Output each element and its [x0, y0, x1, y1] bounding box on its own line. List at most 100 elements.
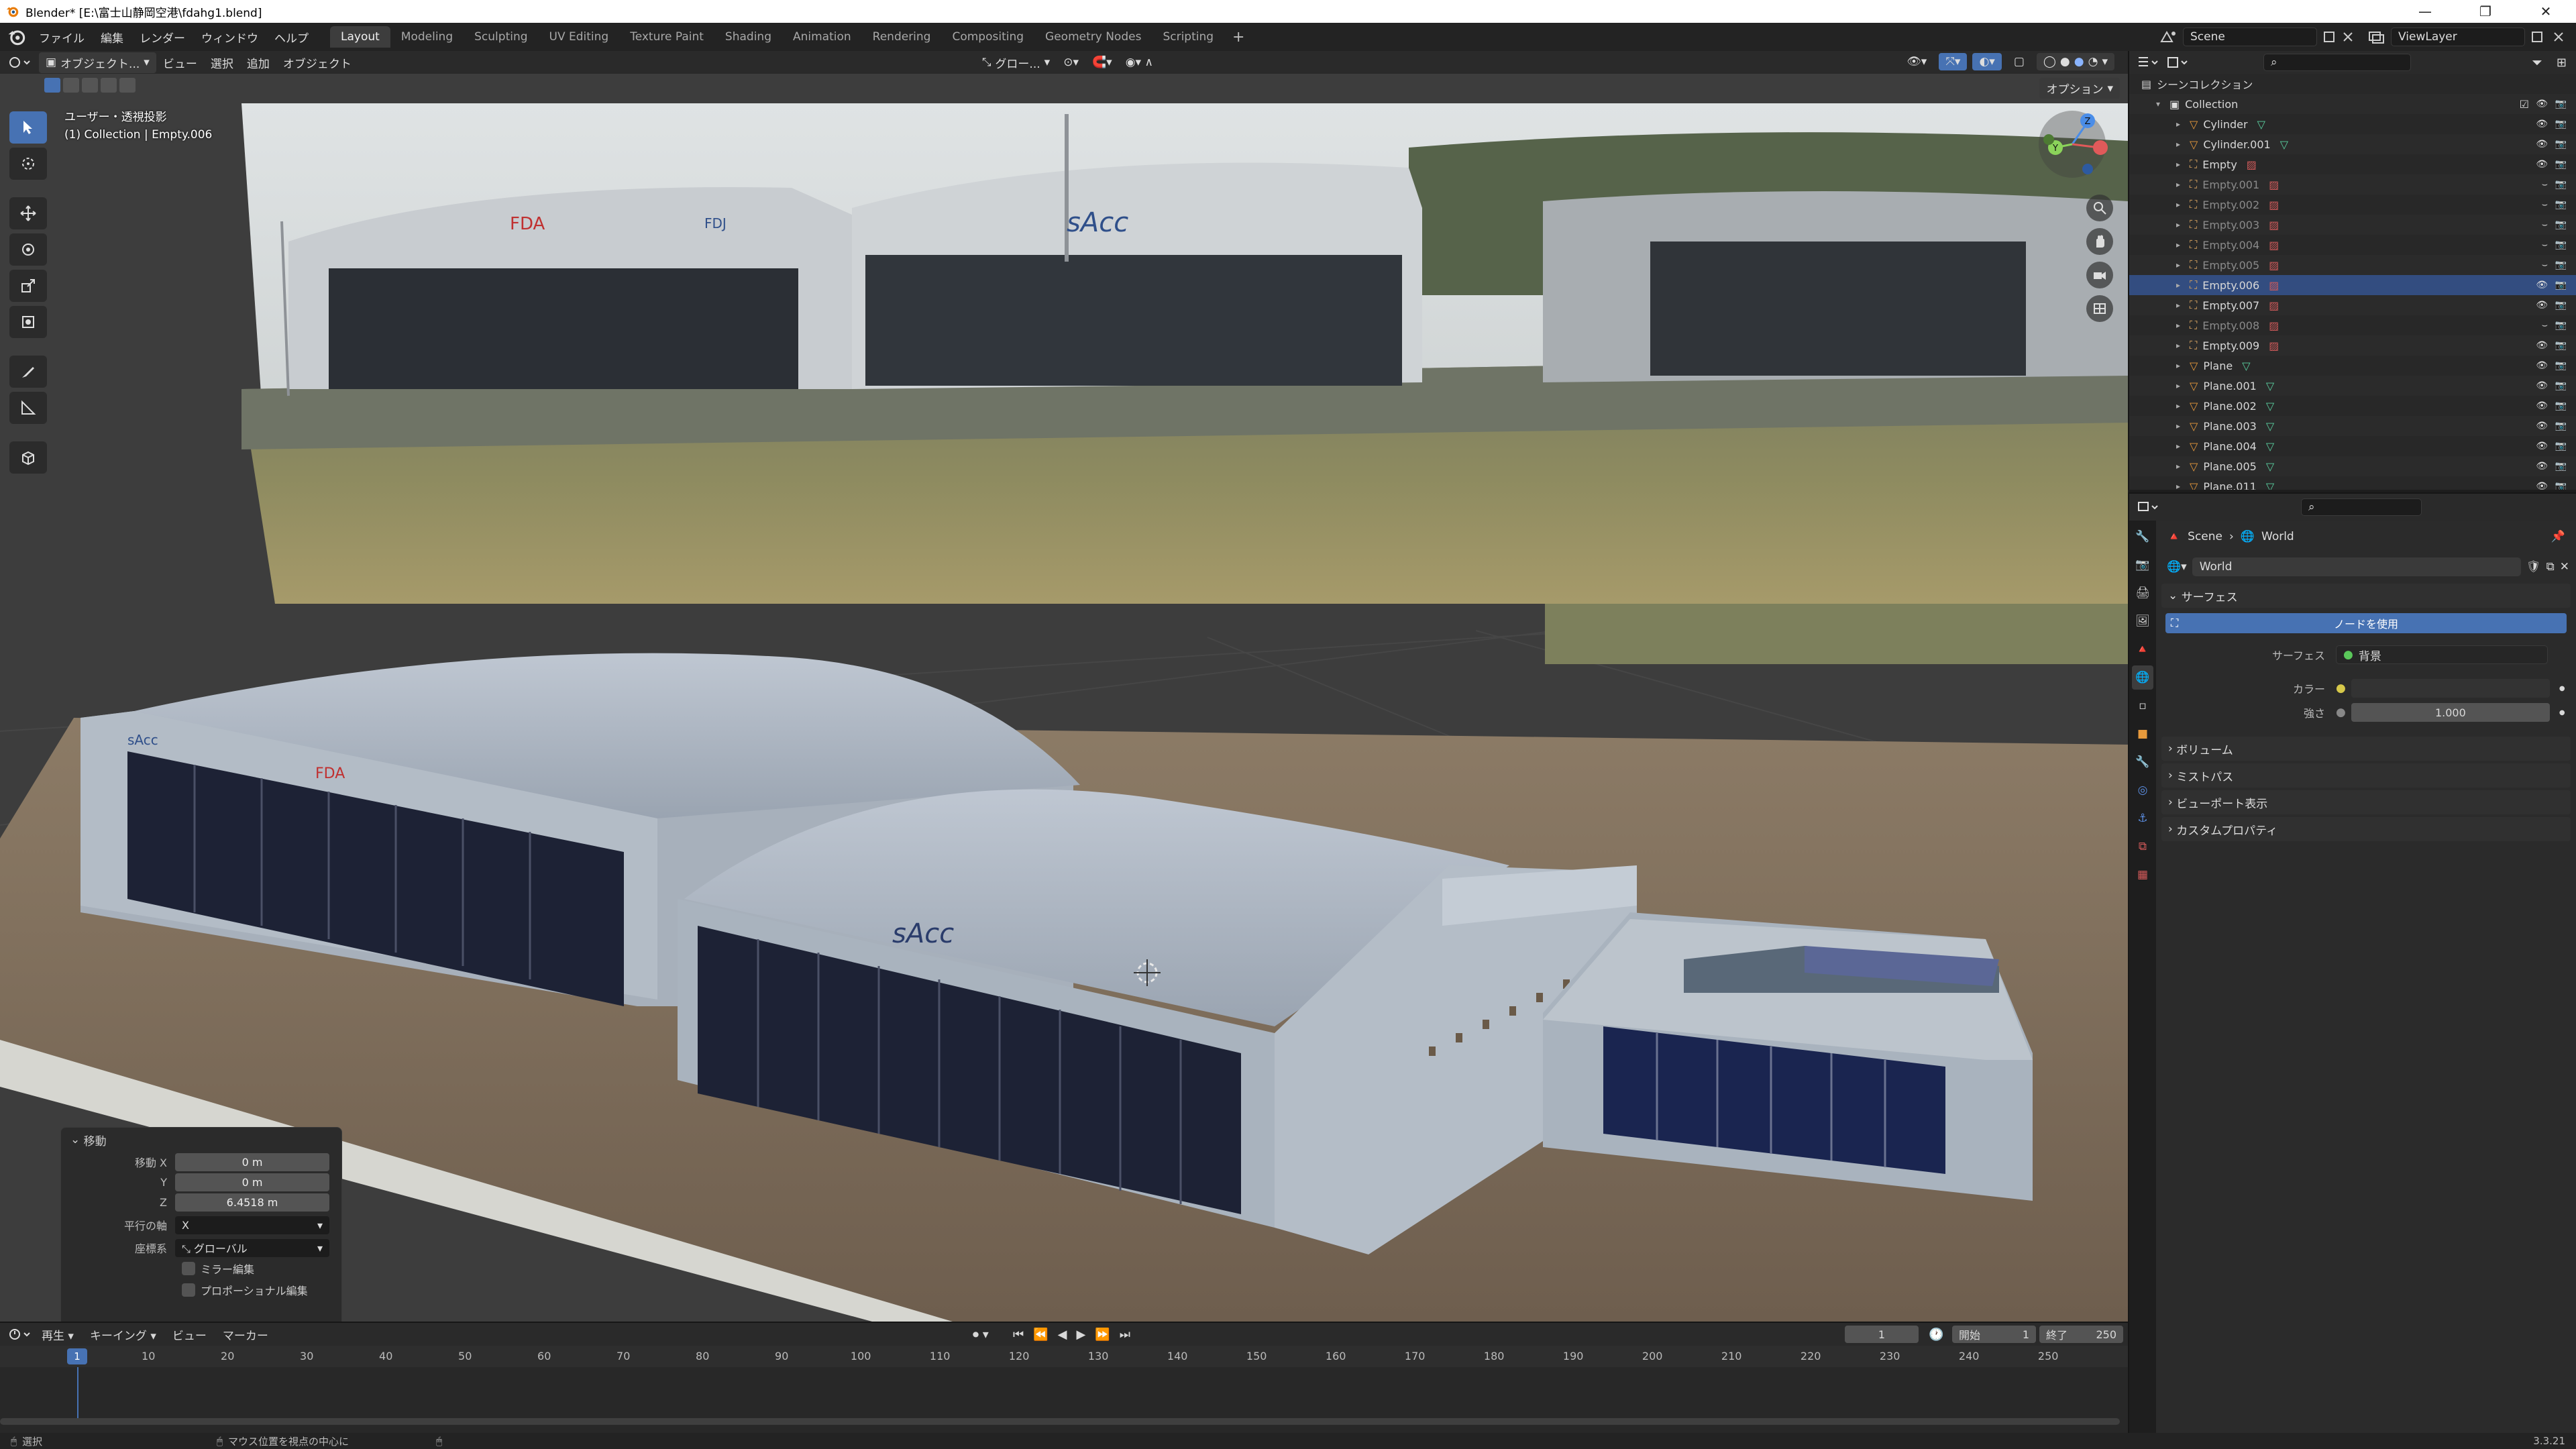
expand-arrow-icon[interactable]: ▸	[2176, 180, 2186, 189]
eye-icon[interactable]: 👁	[2536, 421, 2548, 431]
delete-scene-icon[interactable]	[2340, 29, 2356, 45]
tab-compositing[interactable]: Compositing	[941, 26, 1034, 48]
camera-icon[interactable]: 📷	[2555, 400, 2567, 411]
collection-tab-icon[interactable]: ▫	[2132, 694, 2153, 718]
tab-geometry-nodes[interactable]: Geometry Nodes	[1034, 26, 1152, 48]
tab-modeling[interactable]: Modeling	[390, 26, 464, 48]
keyframe-dot-icon[interactable]: ●	[2559, 709, 2565, 716]
current-frame-field[interactable]: 1	[1845, 1326, 1919, 1343]
expand-arrow-icon[interactable]: ▸	[2176, 441, 2186, 451]
playback-menu[interactable]: 再生 ▾	[34, 1326, 82, 1343]
overlay-toggle-icon[interactable]: ◐▾	[1972, 53, 2002, 70]
viewport-menu-add[interactable]: 追加	[240, 54, 276, 71]
outliner-item[interactable]: ▸ ▽ Cylinder ▽ 👁 📷	[2129, 114, 2576, 134]
eye-icon[interactable]: 👁	[2536, 360, 2548, 371]
solid-shading-icon[interactable]: ●	[2060, 55, 2070, 68]
image-data-icon[interactable]: ▨	[2269, 279, 2279, 292]
strength-field[interactable]: 1.000	[2351, 703, 2550, 722]
eye-closed-icon[interactable]: ⌣	[2542, 320, 2548, 331]
constraint-tab-icon[interactable]: ⚓	[2132, 806, 2153, 830]
outliner-item[interactable]: ▸ ▽ Plane.003 ▽ 👁 📷	[2129, 416, 2576, 436]
new-collection-icon[interactable]: ⊞	[2557, 56, 2567, 70]
expand-arrow-icon[interactable]: ▸	[2176, 200, 2186, 209]
orientation-dropdown[interactable]: ⤡ グローバル ▾	[175, 1238, 329, 1257]
eye-icon[interactable]: 👁	[2536, 481, 2548, 490]
move-tool-icon[interactable]	[9, 197, 47, 229]
pan-hand-icon[interactable]	[2086, 228, 2113, 255]
maximize-button[interactable]: ❐	[2455, 0, 2516, 23]
image-data-icon[interactable]: ▨	[2269, 178, 2279, 191]
scale-tool-icon[interactable]	[9, 270, 47, 302]
camera-icon[interactable]: 📷	[2555, 139, 2567, 150]
jump-keyframe-forward-icon[interactable]: ⏩	[1095, 1328, 1110, 1342]
image-data-icon[interactable]: ▨	[2269, 259, 2279, 272]
mesh-data-icon[interactable]: ▽	[2266, 420, 2274, 433]
viewport-menu-view[interactable]: ビュー	[156, 54, 204, 71]
scene-selector[interactable]: Scene	[2183, 28, 2317, 46]
surface-shader-field[interactable]: ● 背景	[2336, 645, 2548, 664]
outliner-item[interactable]: ▸ ▽ Cylinder.001 ▽ 👁 📷	[2129, 134, 2576, 154]
menu-render[interactable]: レンダー	[131, 29, 193, 46]
eye-closed-icon[interactable]: ⌣	[2542, 260, 2548, 270]
outliner-item[interactable]: ▸ ⛶ Empty.008 ▨ ⌣ 📷	[2129, 315, 2576, 335]
operator-panel-header[interactable]: ⌄ 移動	[61, 1128, 341, 1152]
add-workspace-button[interactable]: +	[1224, 29, 1252, 46]
marker-menu[interactable]: マーカー	[215, 1326, 276, 1343]
jump-start-icon[interactable]: ⏮	[1013, 1328, 1024, 1342]
image-data-icon[interactable]: ▨	[2269, 339, 2279, 352]
expand-arrow-icon[interactable]: ▸	[2176, 482, 2186, 490]
move-z-field[interactable]: 6.4518 m	[175, 1193, 329, 1212]
jump-end-icon[interactable]: ⏭	[1120, 1328, 1130, 1342]
color-swatch[interactable]	[2351, 679, 2550, 698]
eye-closed-icon[interactable]: ⌣	[2542, 179, 2548, 190]
start-frame-field[interactable]: 開始 1	[1952, 1326, 2036, 1343]
camera-icon[interactable]: 📷	[2555, 461, 2567, 472]
camera-icon[interactable]: 📷	[2555, 99, 2567, 109]
output-tab-icon[interactable]: 🖨	[2132, 581, 2153, 605]
world-tab-icon[interactable]: 🌐	[2132, 665, 2153, 690]
expand-arrow-icon[interactable]: ▸	[2176, 381, 2186, 390]
camera-icon[interactable]: 📷	[2555, 199, 2567, 210]
camera-view-icon[interactable]	[2086, 262, 2113, 288]
gizmo-x-axis[interactable]	[2093, 140, 2108, 155]
tab-uv-editing[interactable]: UV Editing	[539, 26, 620, 48]
mesh-data-icon[interactable]: ▽	[2266, 440, 2274, 453]
xray-icon[interactable]: ▢	[2007, 55, 2031, 68]
mesh-data-icon[interactable]: ▽	[2266, 380, 2274, 392]
eye-closed-icon[interactable]: ⌣	[2542, 219, 2548, 230]
outliner-item[interactable]: ▸ ⛶ Empty.005 ▨ ⌣ 📷	[2129, 255, 2576, 275]
unlink-world-icon[interactable]: ✕	[2560, 560, 2569, 574]
image-data-icon[interactable]: ▨	[2269, 199, 2279, 211]
last-operator-panel[interactable]: ⌄ 移動 移動 X0 m Y0 m Z 6.4518 m 平行の軸 X ▾ 座標系 ⤡ …	[60, 1127, 342, 1322]
mist-panel-header[interactable]: › ミストパス	[2161, 763, 2571, 788]
tab-rendering[interactable]: Rendering	[862, 26, 942, 48]
keying-menu[interactable]: キーイング ▾	[82, 1326, 164, 1343]
outliner[interactable]: ▤ シーンコレクション ▾ ▣ Collection ☑ 👁 📷 ▸ ▽ Cylin…	[2128, 74, 2576, 490]
timeline-scrollbar[interactable]	[0, 1418, 2120, 1425]
tab-shading[interactable]: Shading	[714, 26, 782, 48]
outliner-item[interactable]: ▸ ▽ Plane ▽ 👁 📷	[2129, 356, 2576, 376]
camera-icon[interactable]: 📷	[2555, 340, 2567, 351]
auto-keying-icon[interactable]: ⏺ ▾	[973, 1328, 989, 1342]
editor-type-icon[interactable]	[7, 53, 34, 72]
eye-icon[interactable]: 👁	[2536, 400, 2548, 411]
outliner-item[interactable]: ▸ ▽ Plane.002 ▽ 👁 📷	[2129, 396, 2576, 416]
end-frame-field[interactable]: 終了 250	[2039, 1326, 2123, 1343]
add-cube-tool-icon[interactable]	[9, 441, 47, 474]
outliner-item[interactable]: ▸ ▽ Plane.004 ▽ 👁 📷	[2129, 436, 2576, 456]
surface-panel-header[interactable]: ⌄ サーフェス	[2161, 584, 2571, 608]
expand-arrow-icon[interactable]: ▸	[2176, 140, 2186, 149]
object-mode-dropdown[interactable]: ▣ オブジェクト... ▾	[39, 52, 156, 73]
cursor-tool-icon[interactable]	[9, 148, 47, 180]
expand-arrow-icon[interactable]: ▸	[2176, 462, 2186, 471]
frame-ruler[interactable]: 1 10 20 30 40 50 60 70 80 90 100 110 120 130 140 150 160…	[0, 1346, 2128, 1367]
eye-icon[interactable]: 👁	[2536, 380, 2548, 391]
navigation-gizmo[interactable]: Z Y	[2035, 107, 2109, 181]
pivot-icon[interactable]: ⊙▾	[1057, 56, 1085, 69]
new-world-icon[interactable]: ⧉	[2546, 560, 2555, 574]
mesh-data-icon[interactable]: ▽	[2266, 480, 2274, 490]
image-data-icon[interactable]: ▨	[2247, 158, 2257, 171]
viewport-display-panel-header[interactable]: › ビューポート表示	[2161, 790, 2571, 814]
select-extend-icon[interactable]	[63, 78, 79, 93]
outliner-item[interactable]: ▸ ⛶ Empty.007 ▨ 👁 📷	[2129, 295, 2576, 315]
